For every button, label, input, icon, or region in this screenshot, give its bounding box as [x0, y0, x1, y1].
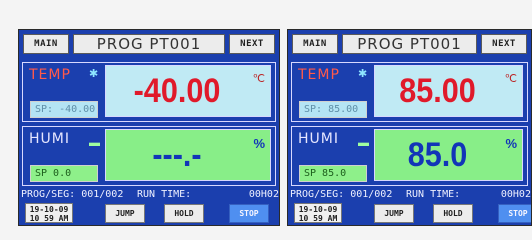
humidity-panel: HUMI ▬ SP 0.0 ---.- %: [22, 126, 276, 186]
controller-screen-right: MAIN PROG PT001 NEXT TEMP ✱ SP: 85.00 85…: [287, 29, 532, 226]
humidity-label: HUMI: [298, 131, 339, 147]
humidity-setpoint[interactable]: SP 85.0: [299, 165, 367, 182]
run-time-label: RUN TIME:: [137, 189, 192, 200]
date-time-display: 19-10-09 10 59 AM: [25, 203, 73, 223]
temperature-unit: ℃: [504, 73, 517, 85]
temperature-setpoint[interactable]: SP: -40.00: [30, 101, 98, 118]
run-time-value: 00H02M: [248, 189, 279, 200]
clock-text: 10 59 AM: [29, 214, 69, 223]
humidity-value: ---.-: [152, 135, 202, 174]
main-button[interactable]: MAIN: [23, 34, 69, 54]
date-time-display: 19-10-09 10 59 AM: [294, 203, 342, 223]
temperature-panel: TEMP ✱ SP: 85.00 85.00 ℃: [291, 62, 528, 122]
humidity-indicator-icon: ▬: [358, 137, 369, 149]
humidity-indicator-icon: ▬: [89, 137, 100, 149]
temperature-panel: TEMP ✱ SP: -40.00 -40.00 ℃: [22, 62, 276, 122]
temperature-label: TEMP: [29, 67, 71, 83]
humidity-panel: HUMI ▬ SP 85.0 85.0 %: [291, 126, 528, 186]
status-bar: PROG/SEG: 001/002 RUN TIME: 00H02M: [288, 189, 531, 203]
controller-screen-left: MAIN PROG PT001 NEXT TEMP ✱ SP: -40.00 -…: [18, 29, 280, 226]
temperature-unit: ℃: [252, 73, 265, 85]
program-title: PROG PT001: [342, 34, 477, 54]
jump-button[interactable]: JUMP: [105, 204, 145, 223]
temperature-label: TEMP: [298, 67, 340, 83]
humidity-value-box: 85.0 %: [374, 129, 523, 181]
program-title: PROG PT001: [73, 34, 225, 54]
humidity-setpoint[interactable]: SP 0.0: [30, 165, 98, 182]
temperature-indicator-icon: ✱: [89, 68, 99, 80]
stop-button[interactable]: STOP: [229, 204, 269, 223]
temperature-indicator-icon: ✱: [358, 68, 368, 80]
temperature-value-box: 85.00 ℃: [374, 65, 523, 117]
temperature-value-box: -40.00 ℃: [105, 65, 271, 117]
next-button[interactable]: NEXT: [481, 34, 527, 54]
humidity-label: HUMI: [29, 131, 70, 147]
run-time-value: 00H02M: [500, 189, 531, 200]
humidity-unit: %: [505, 136, 517, 151]
stop-button[interactable]: STOP: [498, 204, 531, 223]
temperature-value: -40.00: [133, 71, 221, 110]
next-button[interactable]: NEXT: [229, 34, 275, 54]
date-text: 19-10-09: [29, 205, 69, 214]
main-button[interactable]: MAIN: [292, 34, 338, 54]
program-segment: PROG/SEG: 001/002: [290, 189, 393, 200]
humidity-unit: %: [253, 136, 265, 151]
temperature-value: 85.00: [399, 71, 476, 110]
humidity-value: 85.0: [407, 135, 468, 174]
humidity-value-box: ---.- %: [105, 129, 271, 181]
clock-text: 10 59 AM: [298, 214, 338, 223]
status-bar: PROG/SEG: 001/002 RUN TIME: 00H02M: [19, 189, 279, 203]
temperature-setpoint[interactable]: SP: 85.00: [299, 101, 367, 118]
run-time-label: RUN TIME:: [406, 189, 461, 200]
date-text: 19-10-09: [298, 205, 338, 214]
jump-button[interactable]: JUMP: [374, 204, 414, 223]
hold-button[interactable]: HOLD: [433, 204, 473, 223]
hold-button[interactable]: HOLD: [164, 204, 204, 223]
program-segment: PROG/SEG: 001/002: [21, 189, 124, 200]
